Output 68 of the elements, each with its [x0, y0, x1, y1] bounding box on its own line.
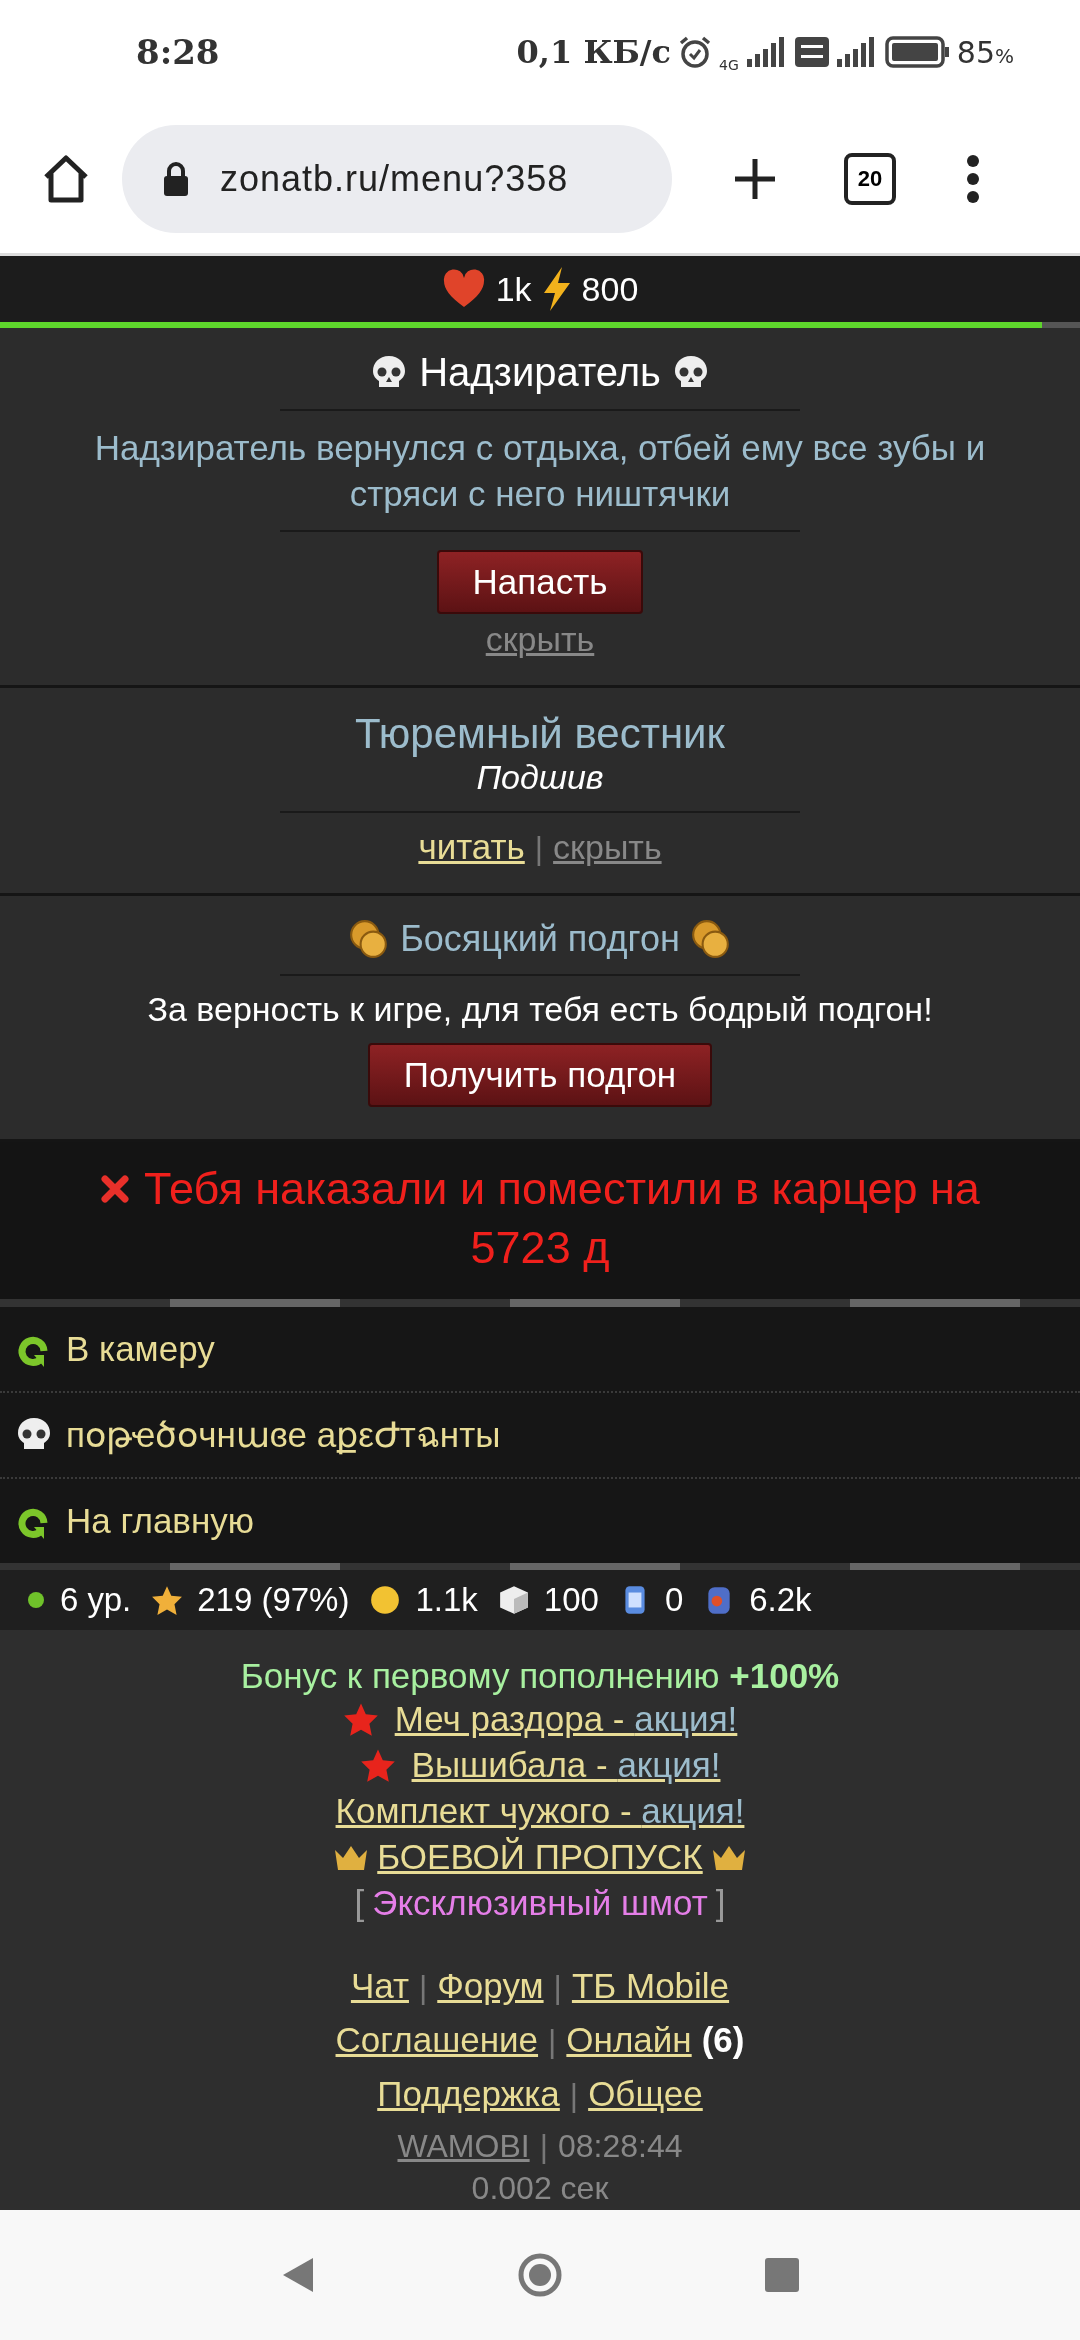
- read-link[interactable]: читать: [418, 827, 525, 867]
- bonus-text: Бонус к первому пополнению +100%: [240, 1656, 840, 1696]
- separator: |: [418, 1969, 428, 2006]
- cross-icon: [100, 1174, 131, 1204]
- stat-value: 0: [664, 1581, 684, 1620]
- separator: |: [569, 2077, 579, 2114]
- separator: |: [548, 2023, 557, 2060]
- boss-description: Надзиратель вернулся с отдыха, отбей ему все зубы и стряси с него ништячки: [93, 427, 987, 515]
- get-gift-button[interactable]: Получить подгон: [367, 1043, 713, 1107]
- battery-level: 85%: [956, 34, 1014, 70]
- footer-link[interactable]: Онлайн: [566, 2020, 692, 2060]
- news-subtitle: Подшив: [476, 758, 604, 797]
- star-icon: [342, 1701, 379, 1737]
- footer-link[interactable]: Чат: [350, 1966, 409, 2006]
- footer-link[interactable]: Поддержка: [377, 2074, 560, 2114]
- tabs-button[interactable]: 20: [844, 152, 896, 205]
- energy-value: 800: [581, 269, 639, 309]
- clock-time: 8:28: [136, 32, 220, 72]
- network-speed: 0,1 КБ/с: [516, 33, 672, 71]
- coin-icon: [369, 1584, 402, 1617]
- lock-icon: [162, 160, 190, 197]
- level-dot-icon: [26, 1590, 46, 1611]
- recents-icon[interactable]: [765, 2258, 800, 2292]
- boss-title: Надзиратель: [419, 350, 661, 395]
- promo-link[interactable]: БОЕВОЙ ПРОПУСК: [377, 1837, 703, 1877]
- brand-link[interactable]: WAMOBI: [397, 2128, 530, 2165]
- menu-item[interactable]: На главную: [0, 1478, 1080, 1563]
- coins-icon: [689, 918, 732, 960]
- bracket: [: [354, 1883, 365, 1923]
- more-icon[interactable]: [966, 154, 980, 203]
- promo-link[interactable]: Меч раздора - акция!: [394, 1699, 738, 1739]
- cube-icon: [497, 1584, 530, 1617]
- footer-link[interactable]: Общее: [588, 2074, 703, 2114]
- heart-icon: [441, 269, 486, 309]
- attack-button[interactable]: Напасть: [436, 550, 644, 614]
- separator: |: [539, 2128, 548, 2165]
- network-type: 4G: [719, 57, 739, 73]
- bracket: ]: [715, 1883, 726, 1923]
- stat-value: 1.1k: [415, 1581, 478, 1620]
- address-bar[interactable]: zonatb.ru/menu?358: [122, 124, 672, 233]
- generation-time: 0.002 сек: [471, 2170, 609, 2207]
- star-icon: [151, 1584, 184, 1617]
- battery-icon: [884, 36, 951, 68]
- stat-value: 100: [543, 1581, 599, 1620]
- menu-item[interactable]: пօթҽծօчнաɞе aքεԺтฉнты: [0, 1392, 1080, 1479]
- stat-value: 6.2k: [749, 1581, 812, 1620]
- gift-description: За верность к игре, для тебя есть бодрый подгон!: [147, 990, 933, 1029]
- separator: |: [534, 830, 544, 867]
- stat-value: 219 (97%): [197, 1581, 350, 1620]
- hide-link[interactable]: скрыть: [553, 828, 662, 867]
- server-time: 08:28:44: [557, 2128, 683, 2165]
- menu-item[interactable]: В камеру: [0, 1306, 1080, 1393]
- news-title: Тюремный вестник: [355, 710, 725, 758]
- promo-link[interactable]: Вышибала - акция!: [411, 1745, 721, 1785]
- gift-title: Босяцкий подгон: [400, 918, 680, 960]
- alert-message: Тебя наказали и поместили в карцер на 5723 д: [60, 1160, 1020, 1277]
- health-value: 1k: [495, 269, 532, 309]
- footer-link[interactable]: Форум: [437, 1966, 544, 2006]
- promo-link[interactable]: Эксклюзивный шмот: [372, 1883, 708, 1923]
- star-icon: [359, 1747, 396, 1783]
- stat-value: 6 ур.: [60, 1581, 132, 1620]
- hide-link[interactable]: скрыть: [485, 620, 595, 659]
- separator: |: [553, 1969, 562, 2006]
- lightning-icon: [541, 267, 572, 311]
- online-count: (6): [701, 2020, 745, 2060]
- footer-link[interactable]: Соглашение: [335, 2020, 539, 2060]
- footer-link[interactable]: ТБ Mobile: [571, 1966, 730, 2006]
- promo-link[interactable]: Комплект чужого - акция!: [335, 1791, 745, 1831]
